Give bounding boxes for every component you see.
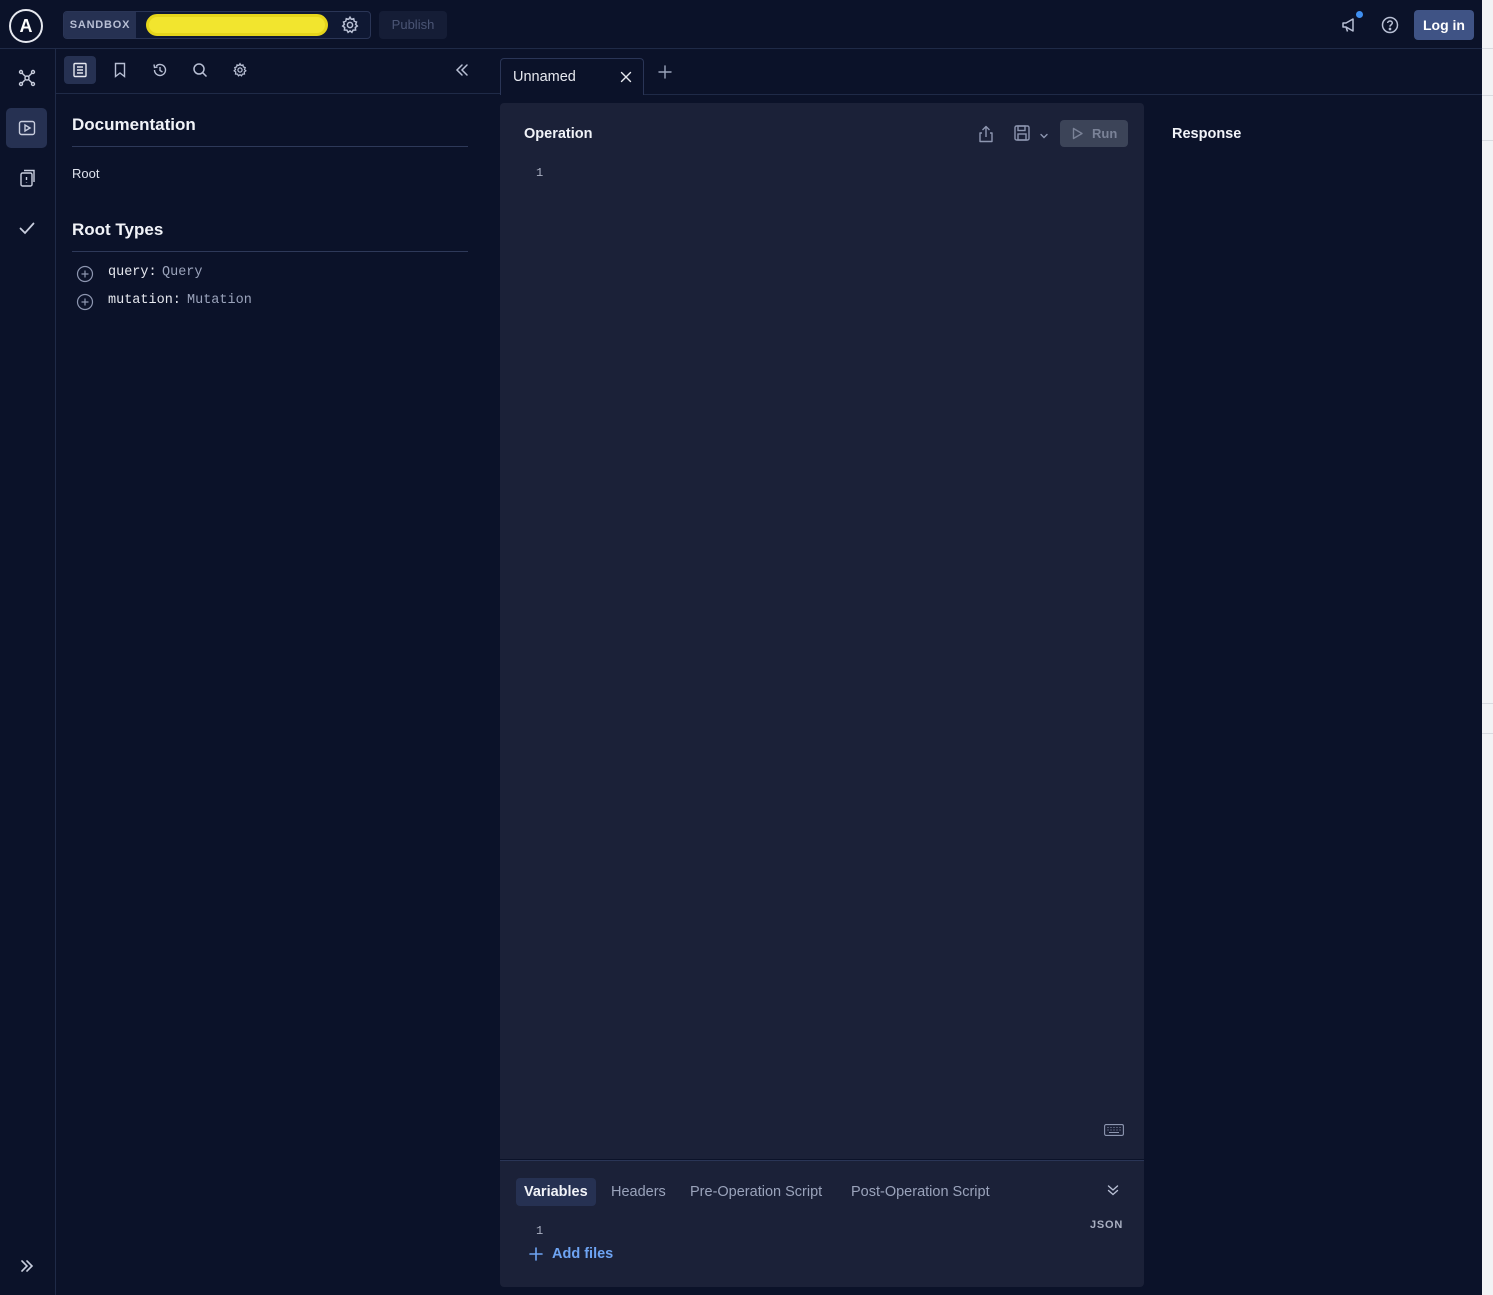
line-number: 1	[536, 1224, 544, 1238]
operation-title: Operation	[524, 126, 593, 142]
add-files-label: Add files	[552, 1246, 614, 1262]
add-field-icon[interactable]	[76, 293, 94, 316]
collapse-panel-button[interactable]	[446, 56, 478, 84]
field-type[interactable]: Query	[162, 265, 203, 280]
tab-label: Unnamed	[513, 69, 576, 85]
breadcrumb[interactable]: Root	[72, 166, 99, 181]
tab-headers[interactable]: Headers	[611, 1178, 666, 1206]
keyboard-shortcuts-icon[interactable]	[1104, 1123, 1124, 1141]
tab-post-operation-script[interactable]: Post-Operation Script	[851, 1178, 990, 1206]
top-bar: A SANDBOX Publish Log in	[0, 0, 1482, 49]
add-tab-icon[interactable]	[656, 63, 674, 86]
apollo-logo[interactable]: A	[9, 9, 43, 43]
documentation-panel: Documentation Root Root Types query: Que…	[56, 49, 500, 1295]
root-types-heading: Root Types	[72, 220, 164, 239]
history-tool-button[interactable]	[144, 56, 176, 84]
notification-dot	[1356, 11, 1363, 18]
run-label: Run	[1092, 126, 1118, 141]
search-tool-button[interactable]	[184, 56, 216, 84]
help-icon[interactable]	[1380, 15, 1400, 35]
sandbox-badge: SANDBOX	[64, 12, 136, 38]
endpoint-input[interactable]	[146, 14, 328, 36]
login-button[interactable]: Log in	[1414, 10, 1474, 40]
docs-toolbar	[56, 49, 500, 94]
field-type[interactable]: Mutation	[187, 293, 252, 308]
response-title: Response	[1172, 126, 1242, 142]
operation-tabs: Unnamed	[500, 49, 1482, 95]
tab-pre-operation-script[interactable]: Pre-Operation Script	[690, 1178, 822, 1206]
rail-expand[interactable]	[6, 1246, 47, 1286]
divider	[72, 146, 468, 147]
settings-tool-button[interactable]	[224, 56, 256, 84]
add-field-icon[interactable]	[76, 265, 94, 288]
plus-icon	[528, 1246, 544, 1267]
operation-panel: Operation Run 1	[500, 103, 1144, 1159]
rail-schema[interactable]	[6, 58, 47, 98]
root-type-row-mutation[interactable]: mutation: Mutation	[76, 291, 376, 311]
variables-panel: Variables Headers Pre-Operation Script P…	[500, 1160, 1144, 1287]
rail-checks[interactable]	[6, 158, 47, 198]
documentation-heading: Documentation	[72, 115, 196, 134]
graph-selector: SANDBOX	[63, 11, 371, 39]
divider	[72, 251, 468, 252]
format-label: JSON	[1090, 1219, 1124, 1231]
announcements-icon[interactable]	[1340, 15, 1360, 35]
run-button[interactable]: Run	[1060, 120, 1128, 147]
documentation-tool-button[interactable]	[64, 56, 96, 84]
background-window-edge	[1482, 0, 1493, 1295]
tab-unnamed[interactable]: Unnamed	[500, 58, 644, 95]
root-type-row-query[interactable]: query: Query	[76, 263, 376, 283]
line-number: 1	[536, 166, 544, 180]
publish-button[interactable]: Publish	[379, 11, 447, 39]
collapse-chevron-icon[interactable]	[1106, 1183, 1120, 1202]
field-name: mutation:	[108, 293, 181, 308]
sandbox-app: A SANDBOX Publish Log in Documentation R…	[0, 0, 1482, 1295]
save-icon[interactable]	[1013, 124, 1031, 147]
chevron-down-icon[interactable]	[1039, 128, 1049, 146]
play-icon	[1072, 127, 1083, 140]
rail-launches[interactable]	[6, 208, 47, 248]
left-rail	[0, 49, 56, 1295]
bookmarks-tool-button[interactable]	[104, 56, 136, 84]
close-icon[interactable]	[619, 70, 633, 89]
field-name: query:	[108, 265, 157, 280]
share-icon[interactable]	[976, 124, 996, 149]
rail-explorer[interactable]	[6, 108, 47, 148]
tab-variables[interactable]: Variables	[516, 1178, 596, 1206]
connection-settings-icon[interactable]	[340, 15, 360, 35]
